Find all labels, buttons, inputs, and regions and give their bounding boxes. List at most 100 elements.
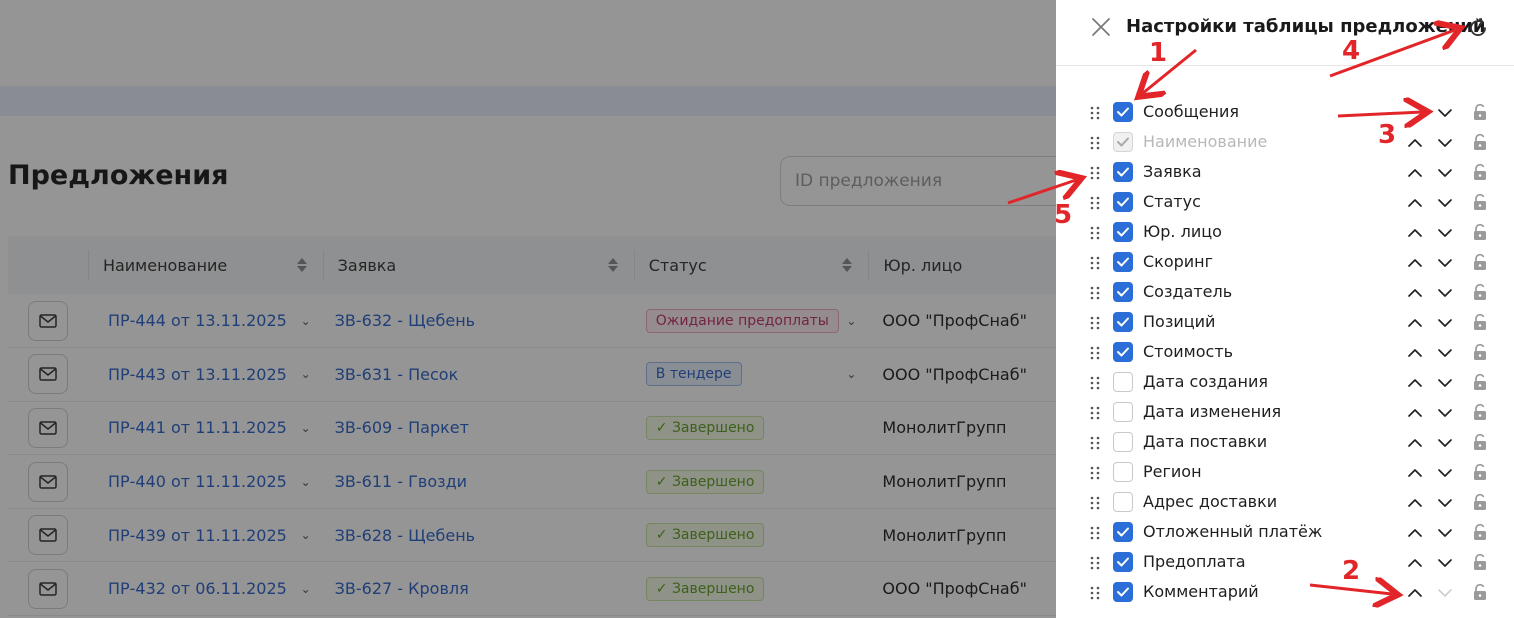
column-visibility-checkbox[interactable]: [1113, 552, 1133, 572]
chevron-up-icon[interactable]: [1406, 524, 1424, 542]
column-setting-row[interactable]: Создатель: [1056, 278, 1514, 308]
column-setting-row[interactable]: Скоринг: [1056, 248, 1514, 278]
chevron-up-icon[interactable]: [1406, 134, 1424, 152]
column-setting-row[interactable]: Предоплата: [1056, 548, 1514, 578]
column-visibility-checkbox[interactable]: [1113, 252, 1133, 272]
column-visibility-checkbox[interactable]: [1113, 372, 1133, 392]
drag-handle-icon[interactable]: [1089, 286, 1101, 300]
column-setting-row[interactable]: Позиций: [1056, 308, 1514, 338]
chevron-up-icon[interactable]: [1406, 434, 1424, 452]
refresh-icon[interactable]: [1466, 16, 1490, 40]
chevron-up-icon[interactable]: [1406, 224, 1424, 242]
chevron-down-icon[interactable]: [1436, 494, 1454, 512]
chevron-down-icon[interactable]: [1436, 584, 1454, 602]
chevron-up-icon[interactable]: [1406, 554, 1424, 572]
drag-handle-icon[interactable]: [1089, 196, 1101, 210]
column-visibility-checkbox[interactable]: [1113, 102, 1133, 122]
column-setting-row[interactable]: Регион: [1056, 458, 1514, 488]
chevron-down-icon[interactable]: [1436, 554, 1454, 572]
drag-handle-icon[interactable]: [1089, 316, 1101, 330]
lock-icon[interactable]: [1470, 342, 1490, 362]
chevron-up-icon[interactable]: [1406, 284, 1424, 302]
drag-handle-icon[interactable]: [1089, 376, 1101, 390]
lock-icon[interactable]: [1470, 372, 1490, 392]
lock-icon[interactable]: [1470, 522, 1490, 542]
column-visibility-checkbox[interactable]: [1113, 222, 1133, 242]
chevron-down-icon[interactable]: [1436, 104, 1454, 122]
chevron-up-icon[interactable]: [1406, 194, 1424, 212]
chevron-up-icon[interactable]: [1406, 164, 1424, 182]
chevron-down-icon[interactable]: [1436, 374, 1454, 392]
column-setting-row[interactable]: Дата изменения: [1056, 398, 1514, 428]
drag-handle-icon[interactable]: [1089, 256, 1101, 270]
drag-handle-icon[interactable]: [1089, 436, 1101, 450]
lock-icon[interactable]: [1470, 402, 1490, 422]
column-setting-row[interactable]: Адрес доставки: [1056, 488, 1514, 518]
chevron-down-icon[interactable]: [1436, 254, 1454, 272]
column-setting-row[interactable]: Наименование: [1056, 128, 1514, 158]
column-setting-row[interactable]: Отложенный платёж: [1056, 518, 1514, 548]
column-setting-row[interactable]: Дата поставки: [1056, 428, 1514, 458]
chevron-down-icon[interactable]: [1436, 464, 1454, 482]
lock-icon[interactable]: [1470, 192, 1490, 212]
lock-icon[interactable]: [1470, 132, 1490, 152]
column-setting-row[interactable]: Сообщения: [1056, 98, 1514, 128]
column-visibility-checkbox[interactable]: [1113, 282, 1133, 302]
column-visibility-checkbox[interactable]: [1113, 402, 1133, 422]
column-visibility-checkbox[interactable]: [1113, 462, 1133, 482]
lock-icon[interactable]: [1470, 432, 1490, 452]
chevron-down-icon[interactable]: [1436, 314, 1454, 332]
drag-handle-icon[interactable]: [1089, 496, 1101, 510]
drag-handle-icon[interactable]: [1089, 526, 1101, 540]
chevron-down-icon[interactable]: [1436, 224, 1454, 242]
chevron-up-icon[interactable]: [1406, 314, 1424, 332]
column-setting-row[interactable]: Заявка: [1056, 158, 1514, 188]
lock-icon[interactable]: [1470, 252, 1490, 272]
chevron-up-icon[interactable]: [1406, 494, 1424, 512]
lock-icon[interactable]: [1470, 552, 1490, 572]
drag-handle-icon[interactable]: [1089, 136, 1101, 150]
drag-handle-icon[interactable]: [1089, 226, 1101, 240]
column-visibility-checkbox[interactable]: [1113, 432, 1133, 452]
chevron-up-icon[interactable]: [1406, 584, 1424, 602]
column-visibility-checkbox[interactable]: [1113, 492, 1133, 512]
column-visibility-checkbox[interactable]: [1113, 192, 1133, 212]
chevron-up-icon[interactable]: [1406, 374, 1424, 392]
lock-icon[interactable]: [1470, 492, 1490, 512]
lock-icon[interactable]: [1470, 162, 1490, 182]
column-setting-row[interactable]: Дата создания: [1056, 368, 1514, 398]
column-setting-row[interactable]: Юр. лицо: [1056, 218, 1514, 248]
lock-icon[interactable]: [1470, 282, 1490, 302]
chevron-down-icon[interactable]: [1436, 164, 1454, 182]
close-icon[interactable]: [1090, 16, 1112, 38]
chevron-down-icon[interactable]: [1436, 524, 1454, 542]
chevron-up-icon[interactable]: [1406, 404, 1424, 422]
chevron-down-icon[interactable]: [1436, 194, 1454, 212]
drag-handle-icon[interactable]: [1089, 346, 1101, 360]
drag-handle-icon[interactable]: [1089, 466, 1101, 480]
column-setting-row[interactable]: Статус: [1056, 188, 1514, 218]
lock-icon[interactable]: [1470, 582, 1490, 602]
chevron-up-icon[interactable]: [1406, 464, 1424, 482]
lock-icon[interactable]: [1470, 102, 1490, 122]
drag-handle-icon[interactable]: [1089, 106, 1101, 120]
chevron-up-icon[interactable]: [1406, 254, 1424, 272]
column-setting-row[interactable]: Стоимость: [1056, 338, 1514, 368]
chevron-up-icon[interactable]: [1406, 344, 1424, 362]
drag-handle-icon[interactable]: [1089, 556, 1101, 570]
column-visibility-checkbox[interactable]: [1113, 312, 1133, 332]
lock-icon[interactable]: [1470, 222, 1490, 242]
column-visibility-checkbox[interactable]: [1113, 162, 1133, 182]
column-setting-row[interactable]: Комментарий: [1056, 578, 1514, 608]
chevron-down-icon[interactable]: [1436, 344, 1454, 362]
modal-overlay[interactable]: [0, 0, 1056, 618]
chevron-down-icon[interactable]: [1436, 284, 1454, 302]
drag-handle-icon[interactable]: [1089, 166, 1101, 180]
column-visibility-checkbox[interactable]: [1113, 522, 1133, 542]
column-visibility-checkbox[interactable]: [1113, 342, 1133, 362]
drag-handle-icon[interactable]: [1089, 406, 1101, 420]
lock-icon[interactable]: [1470, 312, 1490, 332]
chevron-down-icon[interactable]: [1436, 134, 1454, 152]
chevron-down-icon[interactable]: [1436, 434, 1454, 452]
column-visibility-checkbox[interactable]: [1113, 582, 1133, 602]
